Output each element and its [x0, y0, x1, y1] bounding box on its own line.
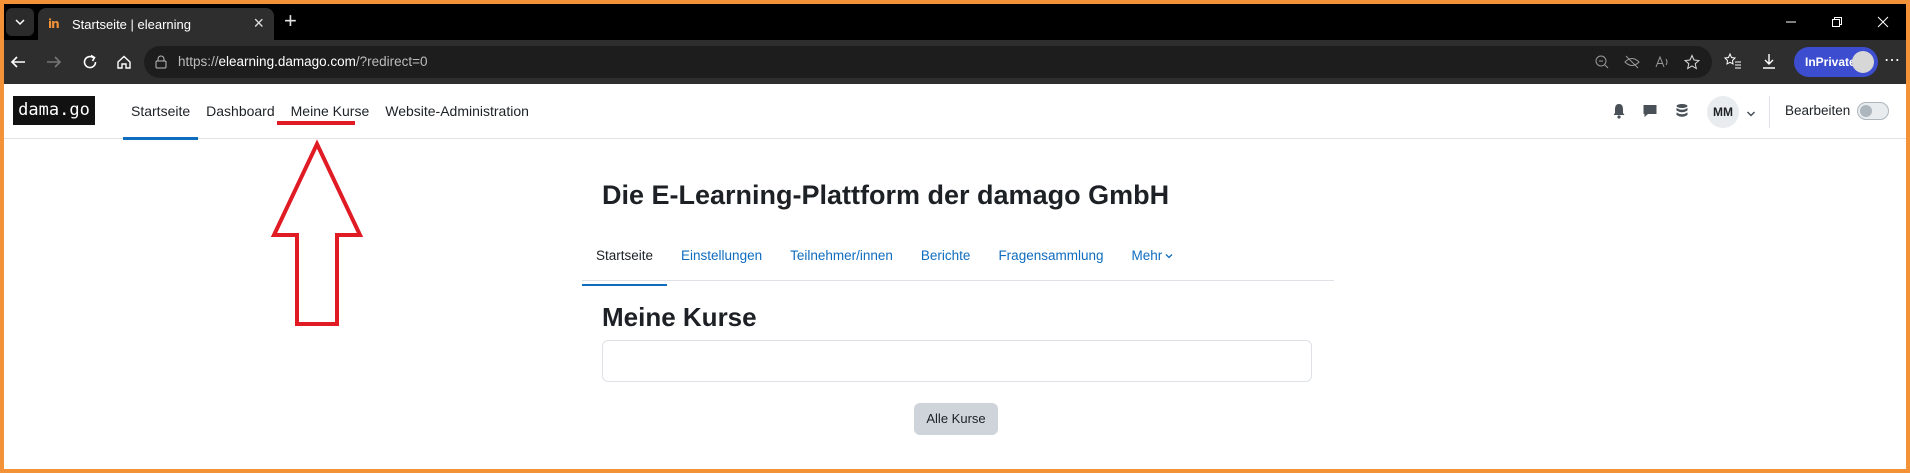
chevron-down-icon[interactable]: [1746, 105, 1756, 123]
tab-fragensammlung[interactable]: Fragensammlung: [984, 236, 1117, 280]
bell-icon[interactable]: [1610, 102, 1628, 120]
lock-icon[interactable]: [154, 54, 168, 75]
database-icon[interactable]: [1673, 102, 1691, 120]
browser-tab-bar: in Startseite | elearning × +: [4, 4, 1906, 40]
nav-item-website-administration[interactable]: Website-Administration: [377, 84, 537, 139]
course-secondary-navigation: Startseite Einstellungen Teilnehmer/inne…: [582, 236, 1334, 286]
toggle-knob: [1860, 105, 1872, 117]
favorites-icon[interactable]: [1722, 50, 1744, 72]
back-icon[interactable]: [6, 50, 30, 74]
browser-window: in Startseite | elearning × + https://el…: [4, 4, 1906, 469]
tab-einstellungen[interactable]: Einstellungen: [667, 236, 776, 280]
all-courses-button[interactable]: Alle Kurse: [914, 403, 998, 435]
settings-more-icon[interactable]: ⋯: [1884, 50, 1900, 70]
forward-icon[interactable]: [42, 50, 66, 74]
chevron-down-icon: [1165, 254, 1173, 259]
primary-navigation: Startseite Dashboard Meine Kurse Website…: [123, 84, 537, 140]
inprivate-button[interactable]: InPrivate: [1794, 47, 1878, 77]
page-title: Die E-Learning-Plattform der damago GmbH: [602, 180, 1170, 210]
tab-list-button[interactable]: [6, 8, 34, 36]
new-tab-icon[interactable]: +: [284, 10, 297, 32]
minimize-icon[interactable]: [1768, 4, 1814, 40]
address-bar-row: https://elearning.damago.com/?redirect=0…: [4, 40, 1906, 84]
chevron-down-icon: [15, 19, 25, 26]
section-title-meine-kurse: Meine Kurse: [602, 302, 757, 332]
tab-berichte[interactable]: Berichte: [907, 236, 985, 280]
site-favicon-icon: in: [48, 17, 60, 31]
browser-tab-active[interactable]: in Startseite | elearning ×: [38, 8, 274, 40]
tab-startseite[interactable]: Startseite: [582, 236, 668, 286]
url-input[interactable]: https://elearning.damago.com/?redirect=0: [144, 46, 1712, 78]
url-text: https://elearning.damago.com/?redirect=0: [178, 54, 428, 69]
tracking-prevention-icon[interactable]: [1622, 52, 1642, 72]
edit-mode-toggle[interactable]: [1857, 102, 1889, 120]
home-icon[interactable]: [112, 50, 136, 74]
favorite-star-icon[interactable]: [1682, 52, 1702, 72]
chat-icon[interactable]: [1641, 102, 1659, 120]
profile-avatar: [1852, 51, 1874, 73]
nav-item-dashboard[interactable]: Dashboard: [198, 84, 283, 139]
reload-icon[interactable]: [78, 50, 102, 74]
navbar-divider: [1769, 96, 1770, 128]
site-navbar: dama.go Startseite Dashboard Meine Kurse…: [4, 84, 1906, 140]
close-window-icon[interactable]: [1860, 4, 1906, 40]
highlight-underline: [277, 121, 355, 125]
restore-icon[interactable]: [1814, 4, 1860, 40]
tab-mehr[interactable]: Mehr: [1117, 236, 1187, 280]
my-courses-container: [602, 340, 1312, 382]
tab-mehr-label: Mehr: [1131, 248, 1163, 263]
site-logo[interactable]: dama.go: [13, 96, 95, 125]
window-controls: [1768, 4, 1906, 40]
close-tab-icon[interactable]: ×: [253, 14, 264, 32]
up-arrow-annotation: [270, 139, 364, 326]
user-menu-avatar[interactable]: MM: [1707, 96, 1739, 128]
nav-item-meine-kurse[interactable]: Meine Kurse: [283, 84, 378, 139]
tab-teilnehmer[interactable]: Teilnehmer/innen: [776, 236, 907, 280]
read-aloud-icon[interactable]: [1652, 52, 1672, 72]
edit-mode-label: Bearbeiten: [1785, 103, 1851, 118]
downloads-icon[interactable]: [1758, 50, 1780, 72]
tab-title: Startseite | elearning: [72, 17, 191, 32]
zoom-out-icon[interactable]: [1592, 52, 1612, 72]
nav-item-startseite[interactable]: Startseite: [123, 84, 199, 140]
